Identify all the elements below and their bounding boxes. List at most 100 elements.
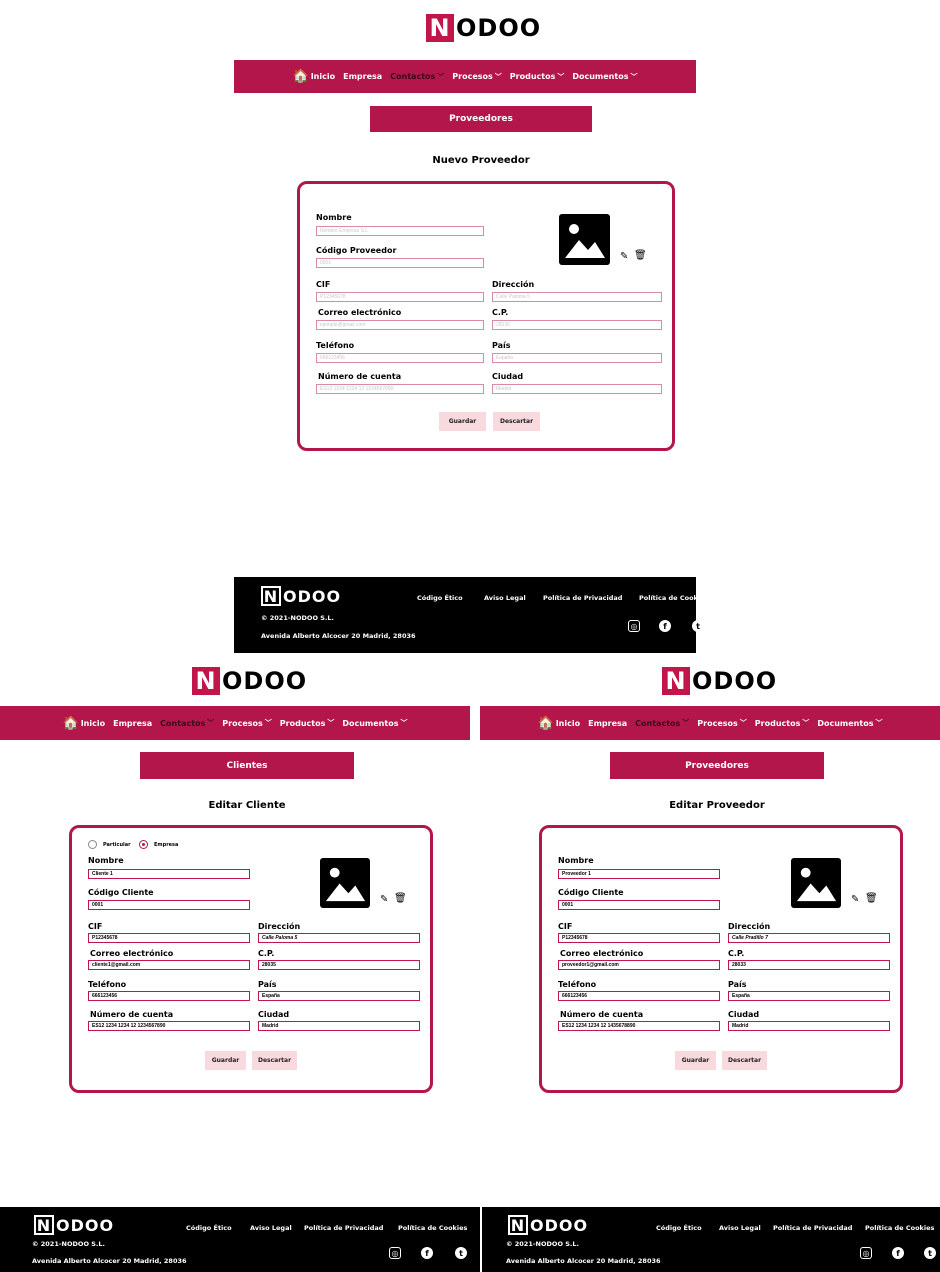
nav-contactos[interactable]: Contactos ﹀ [635,718,689,728]
instagram-icon[interactable]: ◎ [389,1247,401,1259]
telefono-input[interactable]: 666123456 [88,991,250,1001]
footer-link-cookies[interactable]: Política de Cookies [865,1224,934,1232]
image-placeholder-icon[interactable] [791,858,841,908]
label-ciudad: Ciudad [258,1010,290,1019]
cif-input[interactable]: P12345678 [558,933,720,943]
footer-link-privacidad[interactable]: Política de Privacidad [304,1224,383,1232]
nombre-input[interactable]: Cliente 1 [88,869,250,879]
facebook-icon[interactable]: f [421,1247,433,1259]
cif-input[interactable]: P12345678 [316,292,484,302]
footer-link-codigo-etico[interactable]: Código Ético [186,1224,232,1232]
cif-input[interactable]: P12345678 [88,933,250,943]
edit-icon[interactable]: ✎ [620,251,628,262]
descartar-button[interactable]: Descartar [722,1051,767,1070]
pais-input[interactable]: España [258,991,420,1001]
nav-documentos[interactable]: Documentos ﹀ [342,718,407,728]
pais-input[interactable]: España [492,353,662,363]
guardar-button[interactable]: Guardar [205,1051,246,1070]
radio-particular[interactable] [88,840,97,849]
telefono-input[interactable]: 666123456 [316,353,484,363]
cuenta-input[interactable]: ES12 1234 1234 12 1234567890 [316,384,484,394]
guardar-button[interactable]: Guardar [439,412,486,431]
nav-productos[interactable]: Productos ﹀ [280,718,335,728]
descartar-button[interactable]: Descartar [252,1051,297,1070]
label-cif: CIF [88,922,103,931]
nav-procesos[interactable]: Procesos ﹀ [697,718,747,728]
nav-contactos[interactable]: Contactos ﹀ [390,72,444,82]
footer-link-codigo-etico[interactable]: Código Ético [417,594,463,602]
footer-link-aviso-legal[interactable]: Aviso Legal [250,1224,292,1232]
correo-input[interactable]: ejemplo@gmail.com [316,320,484,330]
nav-productos[interactable]: Productos ﹀ [510,72,565,82]
footer-logo[interactable]: N ODOO [34,1215,114,1235]
footer-link-cookies[interactable]: Política de Cookies [398,1224,467,1232]
footer-logo[interactable]: N ODOO [261,586,341,606]
cuenta-input[interactable]: ES12 1234 1234 12 1234567890 [88,1021,250,1031]
direccion-input[interactable]: Calle Paloma 5 [258,933,420,943]
footer-link-cookies[interactable]: Política de Cookies [639,594,708,602]
nav-procesos[interactable]: Procesos ﹀ [452,72,502,82]
cp-input[interactable]: 28035 [492,320,662,330]
nav-documentos[interactable]: Documentos ﹀ [572,72,637,82]
image-placeholder-icon[interactable] [559,214,610,265]
footer-link-aviso-legal[interactable]: Aviso Legal [484,594,526,602]
twitter-icon[interactable]: t [455,1247,467,1259]
twitter-icon[interactable]: t [692,620,704,632]
direccion-input[interactable]: Calle Pradillo 7 [728,933,890,943]
ciudad-input[interactable]: Madrid [258,1021,420,1031]
nav-empresa[interactable]: Empresa [113,719,152,728]
descartar-button[interactable]: Descartar [493,412,540,431]
footer-link-privacidad[interactable]: Política de Privacidad [543,594,622,602]
ciudad-input[interactable]: Madrid [728,1021,890,1031]
correo-input[interactable]: cliente1@gmail.com [88,960,250,970]
logo[interactable]: N ODOO [426,14,541,42]
guardar-button[interactable]: Guardar [675,1051,716,1070]
nombre-input[interactable]: Nombre Empresa S.L. [316,226,484,236]
facebook-icon[interactable]: f [659,620,671,632]
logo[interactable]: N ODOO [662,667,777,695]
correo-input[interactable]: proveedor1@gmail.com [558,960,720,970]
section-button-clientes[interactable]: Clientes [140,752,354,779]
telefono-input[interactable]: 666123456 [558,991,720,1001]
footer-logo[interactable]: N ODOO [508,1215,588,1235]
nav-productos[interactable]: Productos ﹀ [755,718,810,728]
trash-icon[interactable]: 🗑 [865,893,878,904]
pais-input[interactable]: España [728,991,890,1001]
ciudad-input[interactable]: Madrid [492,384,662,394]
nav-home[interactable]: 🏠 Inicio [63,716,106,731]
direccion-input[interactable]: Calle Paloma 5 [492,292,662,302]
nav-home[interactable]: 🏠 Inicio [293,69,336,84]
section-button-proveedores[interactable]: Proveedores [610,752,824,779]
nav-contactos[interactable]: Contactos ﹀ [160,718,214,728]
facebook-icon[interactable]: f [892,1247,904,1259]
codigo-input[interactable]: 0001 [316,258,484,268]
footer-link-aviso-legal[interactable]: Aviso Legal [719,1224,761,1232]
chevron-down-icon: ﹀ [400,719,408,727]
twitter-icon[interactable]: t [924,1247,936,1259]
codigo-input[interactable]: 0001 [88,900,250,910]
instagram-icon[interactable]: ◎ [628,620,640,632]
footer-link-privacidad[interactable]: Política de Privacidad [773,1224,852,1232]
footer-link-codigo-etico[interactable]: Código Ético [656,1224,702,1232]
nombre-input[interactable]: Proveedor 1 [558,869,720,879]
instagram-icon[interactable]: ◎ [860,1247,872,1259]
edit-icon[interactable]: ✎ [851,894,859,905]
cp-input[interactable]: 28035 [258,960,420,970]
nav-documentos[interactable]: Documentos ﹀ [817,718,882,728]
edit-icon[interactable]: ✎ [380,894,388,905]
codigo-input[interactable]: 0001 [558,900,720,910]
nav-procesos[interactable]: Procesos ﹀ [222,718,272,728]
cp-input[interactable]: 28033 [728,960,890,970]
trash-icon[interactable]: 🗑 [634,250,647,261]
label-nombre: Nombre [558,856,594,865]
radio-empresa[interactable] [139,840,148,849]
nav-empresa[interactable]: Empresa [343,72,382,81]
nav-home[interactable]: 🏠 Inicio [538,716,581,731]
logo[interactable]: N ODOO [192,667,307,695]
image-placeholder-icon[interactable] [320,858,370,908]
trash-icon[interactable]: 🗑 [394,893,407,904]
nav-empresa[interactable]: Empresa [588,719,627,728]
section-button-proveedores[interactable]: Proveedores [370,106,592,132]
cuenta-input[interactable]: ES12 1234 1234 12 1435678890 [558,1021,720,1031]
main-nav: 🏠 Inicio Empresa Contactos ﹀ Procesos ﹀ Pro… [480,706,940,740]
